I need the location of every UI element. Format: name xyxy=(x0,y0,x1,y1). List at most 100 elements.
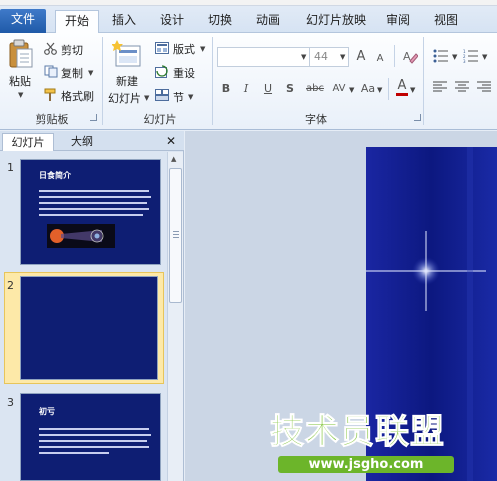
slide-thumbnail-3[interactable]: 初亏 xyxy=(20,393,161,481)
bullets-icon[interactable] xyxy=(433,49,449,66)
tab-view[interactable]: 视图 xyxy=(426,10,466,33)
italic-button[interactable]: I xyxy=(240,80,252,98)
tab-home[interactable]: 开始 xyxy=(55,10,99,33)
character-spacing-dropdown-icon[interactable]: ▼ xyxy=(349,86,354,94)
slide-number: 2 xyxy=(7,279,14,292)
paste-icon[interactable] xyxy=(8,39,34,72)
close-pane-icon[interactable]: ✕ xyxy=(162,133,180,151)
format-painter-button[interactable]: 格式刷 xyxy=(61,88,94,104)
tab-slides[interactable]: 幻灯片 xyxy=(2,133,54,151)
character-spacing-button[interactable]: AV xyxy=(330,80,348,98)
group-separator xyxy=(212,37,213,125)
font-size-dropdown-icon[interactable]: ▼ xyxy=(340,53,345,61)
paste-dropdown-icon[interactable]: ▼ xyxy=(18,91,23,99)
text-line xyxy=(39,190,149,192)
tab-animations[interactable]: 动画 xyxy=(248,10,288,33)
scrollbar-thumb[interactable] xyxy=(169,168,182,303)
slides-group-label: 幻灯片 xyxy=(143,113,177,126)
new-slide-dropdown-icon[interactable]: ▼ xyxy=(144,94,149,102)
section-icon xyxy=(155,89,169,104)
layout-icon xyxy=(155,42,169,57)
change-case-dropdown-icon[interactable]: ▼ xyxy=(377,86,382,94)
group-separator xyxy=(423,37,424,125)
copy-button[interactable]: 复制 xyxy=(61,65,83,81)
tab-design[interactable]: 设计 xyxy=(152,10,192,33)
underline-button[interactable]: U xyxy=(261,80,275,98)
clipboard-launcher-icon[interactable] xyxy=(90,114,97,121)
text-line xyxy=(39,202,147,204)
copy-icon xyxy=(44,65,58,81)
section-button[interactable]: 节 xyxy=(173,89,184,105)
ribbon-tab-bar: 文件 开始 插入 设计 切换 动画 幻灯片放映 审阅 视图 xyxy=(0,0,497,33)
font-color-dropdown-icon[interactable]: ▼ xyxy=(410,86,415,94)
pane-scrollbar[interactable]: ▲ xyxy=(167,152,183,481)
group-separator xyxy=(102,37,103,125)
clipboard-group-label: 剪贴板 xyxy=(35,113,69,126)
tab-insert[interactable]: 插入 xyxy=(104,10,144,33)
layout-button[interactable]: 版式 xyxy=(173,41,195,57)
scroll-up-icon[interactable]: ▲ xyxy=(171,155,176,163)
slide-title: 初亏 xyxy=(39,407,55,416)
cut-button[interactable]: 剪切 xyxy=(61,42,83,58)
text-line xyxy=(39,196,151,198)
numbering-dropdown-icon[interactable]: ▼ xyxy=(482,53,487,61)
reset-icon xyxy=(155,65,169,81)
text-line xyxy=(39,446,149,448)
numbering-icon[interactable]: 123 xyxy=(463,49,479,66)
change-case-button[interactable]: Aa xyxy=(358,80,378,98)
font-launcher-icon[interactable] xyxy=(414,114,421,121)
bullets-dropdown-icon[interactable]: ▼ xyxy=(452,53,457,61)
bold-button[interactable]: B xyxy=(219,80,233,98)
font-size-value: 44 xyxy=(314,50,328,63)
layout-dropdown-icon[interactable]: ▼ xyxy=(200,45,205,53)
format-painter-icon xyxy=(44,88,58,105)
watermark-url: www.jsgho.com xyxy=(278,456,454,473)
font-group-label: 字体 xyxy=(305,113,327,126)
watermark-title: 技术员联盟 xyxy=(270,412,445,453)
font-name-box[interactable] xyxy=(217,47,310,67)
clear-formatting-icon[interactable]: A xyxy=(402,48,419,67)
grow-font-button[interactable]: A xyxy=(354,48,368,66)
strikethrough-button[interactable]: abc xyxy=(304,80,326,98)
text-line xyxy=(39,440,147,442)
align-right-icon[interactable] xyxy=(477,81,491,96)
tab-outline[interactable]: 大纲 xyxy=(58,133,106,151)
text-line xyxy=(39,208,149,210)
scissors-icon xyxy=(44,42,57,58)
pane-tab-bar: 幻灯片 大纲 ✕ xyxy=(0,131,184,151)
copy-dropdown-icon[interactable]: ▼ xyxy=(88,69,93,77)
watermark-logo: 技术员联盟 www.jsgho.com xyxy=(270,412,460,476)
new-slide-icon[interactable] xyxy=(111,38,142,73)
slides-pane: 幻灯片 大纲 ✕ 1 日食简介 2 3 初亏 ▲ xyxy=(0,131,184,481)
text-line xyxy=(39,428,149,430)
eclipse-diagram-icon xyxy=(47,224,115,251)
tab-transitions[interactable]: 切换 xyxy=(200,10,240,33)
align-left-icon[interactable] xyxy=(433,81,447,96)
text-line xyxy=(39,452,109,454)
text-shadow-button[interactable]: S xyxy=(284,80,296,98)
font-color-button[interactable]: A xyxy=(396,78,408,96)
text-line xyxy=(39,214,143,216)
tab-review[interactable]: 审阅 xyxy=(378,10,418,33)
new-slide-label-1[interactable]: 新建 xyxy=(116,73,138,89)
slide-title: 日食简介 xyxy=(39,171,71,180)
new-slide-label-2[interactable]: 幻灯片 xyxy=(108,90,141,106)
group-separator xyxy=(388,78,389,100)
slide-thumbnail-2[interactable] xyxy=(20,276,158,380)
font-name-dropdown-icon[interactable]: ▼ xyxy=(301,53,306,61)
text-line xyxy=(39,434,151,436)
slide-thumbnail-1[interactable]: 日食简介 xyxy=(20,159,161,265)
paste-button[interactable]: 粘贴 xyxy=(9,73,31,89)
group-separator xyxy=(394,45,395,67)
quick-access-strip xyxy=(0,0,497,6)
section-dropdown-icon[interactable]: ▼ xyxy=(188,93,193,101)
reset-button[interactable]: 重设 xyxy=(173,65,195,81)
shrink-font-button[interactable]: A xyxy=(374,50,386,68)
slide-number: 1 xyxy=(7,161,14,174)
slide-number: 3 xyxy=(7,396,14,409)
ribbon-home: 粘贴 ▼ 剪切 复制 ▼ 格式刷 剪贴板 新建 幻灯片 ▼ 版式 ▼ 重设 节 … xyxy=(0,33,497,130)
tab-file[interactable]: 文件 xyxy=(0,9,46,33)
tab-slideshow[interactable]: 幻灯片放映 xyxy=(298,10,374,33)
align-center-icon[interactable] xyxy=(455,81,469,96)
svg-text:3: 3 xyxy=(463,59,466,63)
